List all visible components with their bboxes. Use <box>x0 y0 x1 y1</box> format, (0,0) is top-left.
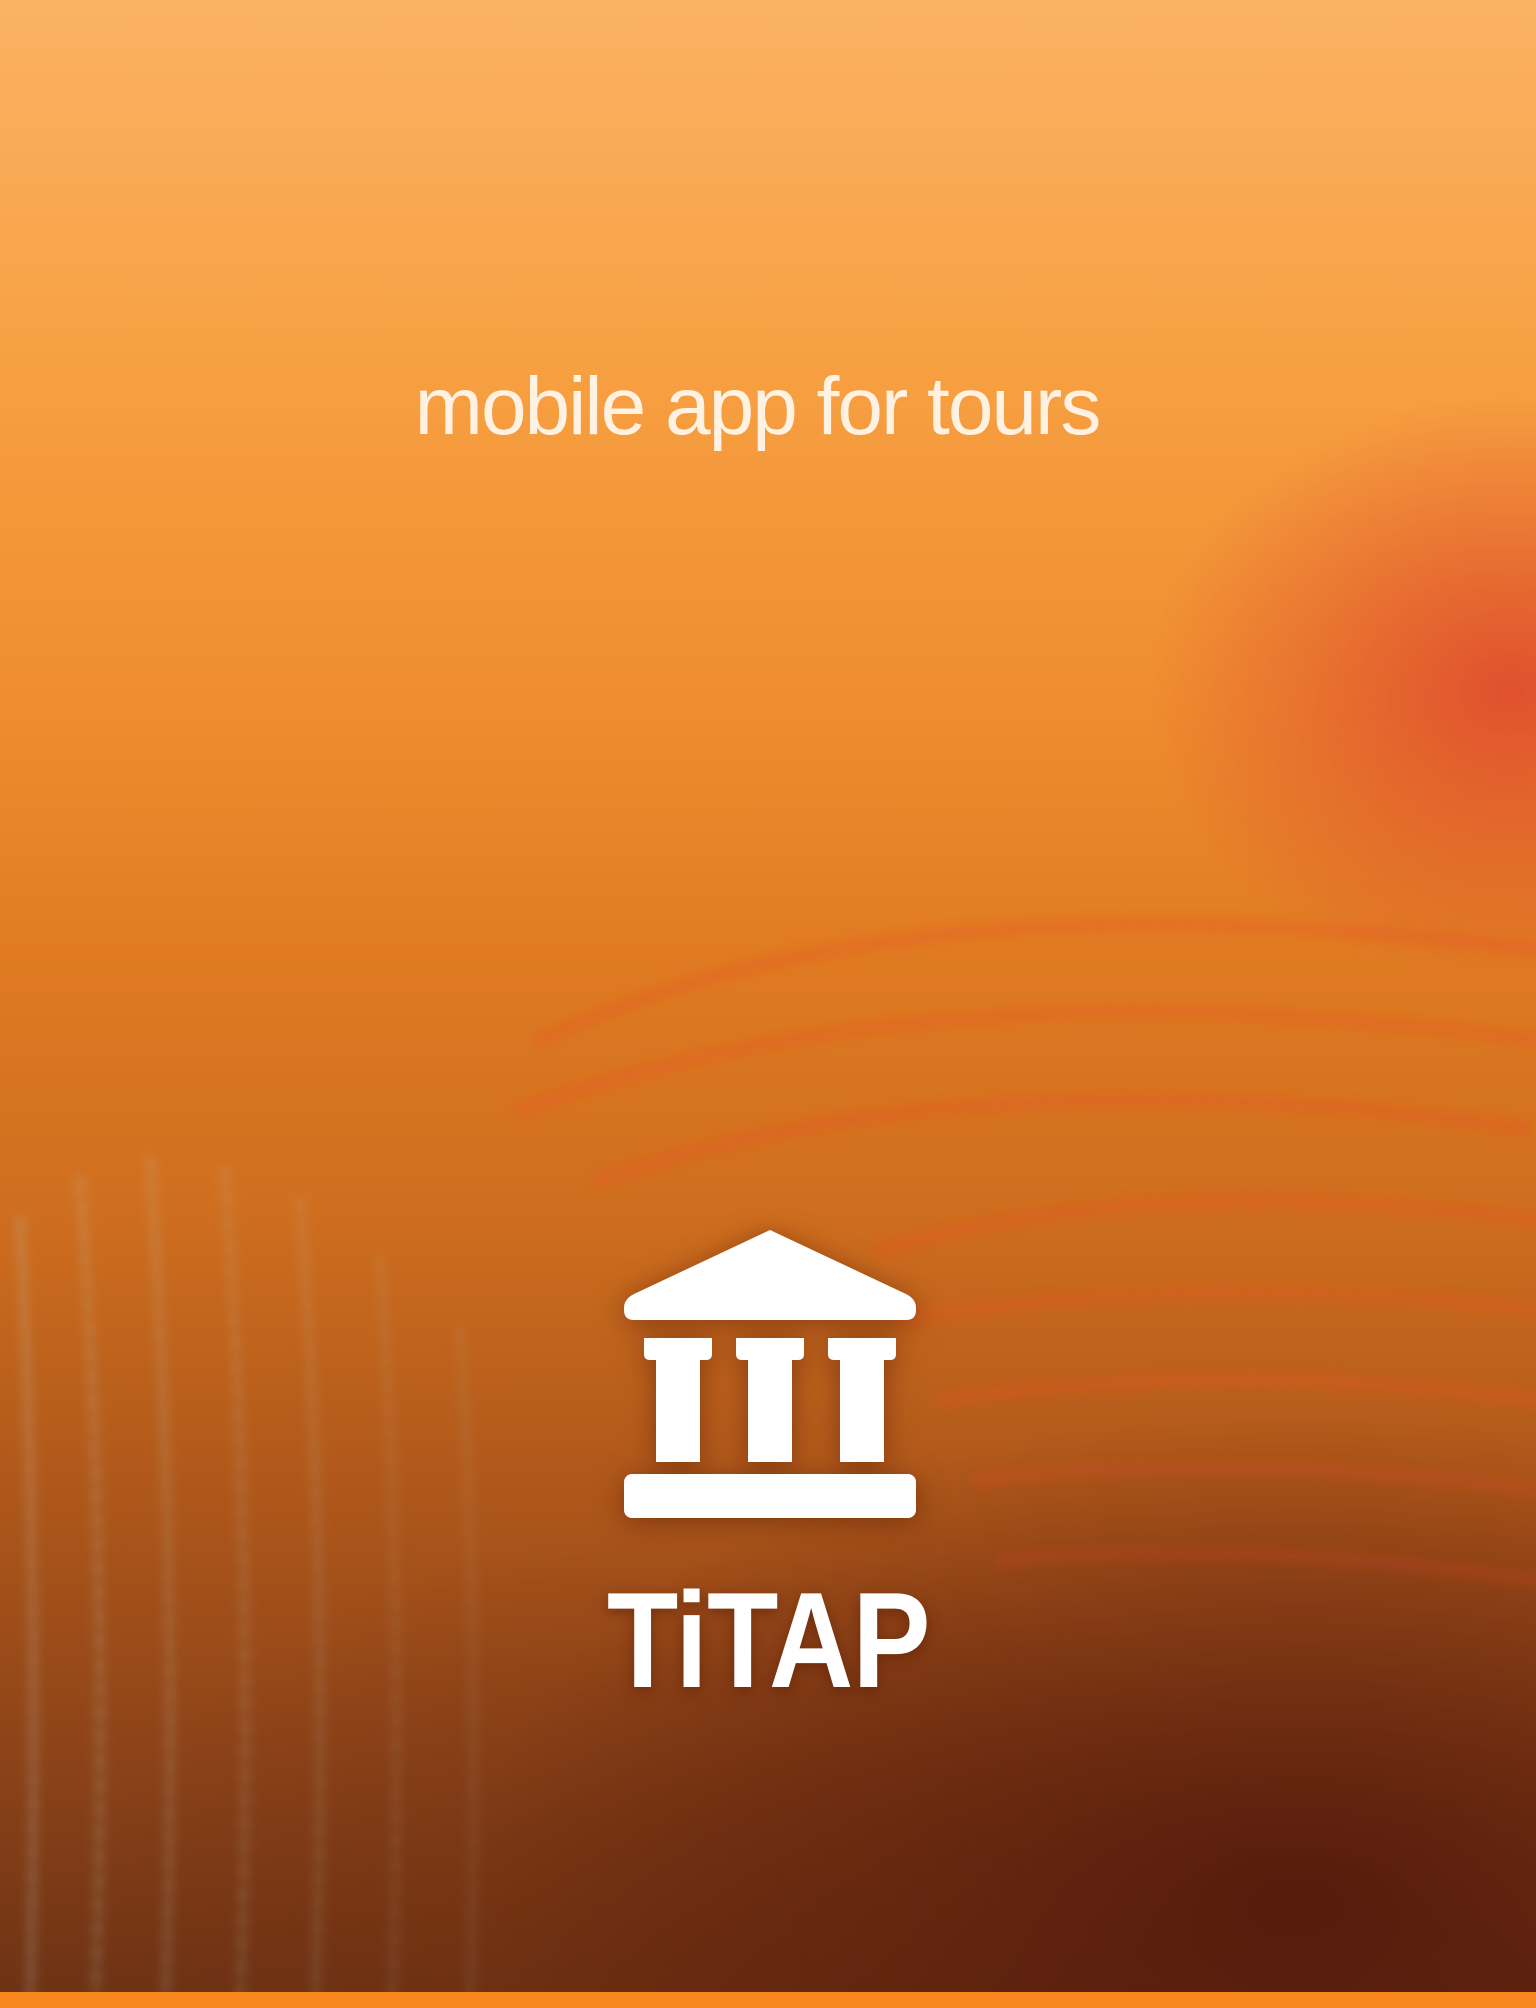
tagline: mobile app for tours <box>414 361 1102 452</box>
bottom-accent-bar <box>0 1992 1536 2008</box>
brand-name: TiTAP <box>606 1564 931 1716</box>
museum-building-icon <box>624 1230 916 1518</box>
